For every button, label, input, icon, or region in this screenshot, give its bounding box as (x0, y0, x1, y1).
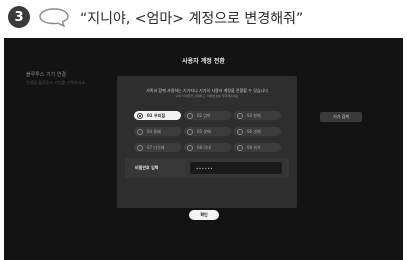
account-option-label: 09 외가 (247, 144, 261, 150)
account-option-label: 07 다섯째 (147, 144, 165, 150)
password-input[interactable]: •••••• (190, 162, 282, 174)
account-option-label: 05 셋째 (197, 128, 211, 134)
radio-circle-icon (137, 128, 143, 135)
radio-circle-icon (137, 144, 143, 151)
account-switch-panel: 가족과 함께 사용하는 기가지니 기기의 사용자 계정을 전환할 수 있습니다 … (117, 76, 297, 208)
account-option-4[interactable]: 04 둘째 (134, 127, 181, 136)
account-option-label: 04 둘째 (147, 128, 161, 134)
account-option-8[interactable]: 08 막내 (184, 143, 231, 152)
step-caption: 3 “지니야, <엄마> 계정으로 변경해줘” (0, 0, 407, 36)
radio-circle-icon (137, 112, 143, 119)
confirm-button[interactable]: 확인 (189, 210, 219, 220)
radio-circle-icon (187, 144, 193, 151)
radio-circle-icon (237, 144, 243, 151)
account-option-label: 06 넷째 (247, 128, 261, 134)
dialog-title: 사용자 계정 전환 (182, 58, 225, 65)
account-option-label: 08 막내 (197, 144, 211, 150)
account-option-1[interactable]: 01 우리집 (134, 111, 181, 120)
account-option-6[interactable]: 06 넷째 (234, 127, 281, 136)
background-search-button[interactable]: 기기 검색 (320, 112, 362, 122)
password-label: 비밀번호 입력 (135, 165, 159, 170)
background-title: 블루투스 기기 연결 (26, 72, 66, 78)
radio-circle-icon (237, 128, 243, 135)
radio-circle-icon (187, 128, 193, 135)
account-option-2[interactable]: 02 엄마 (184, 111, 231, 120)
account-option-label: 02 엄마 (197, 112, 211, 118)
background-subtitle: 연결할 블루투스 기기를 선택하세요. (26, 80, 87, 85)
radio-circle-icon (187, 112, 193, 119)
tv-screen: 블루투스 기기 연결 연결할 블루투스 기기를 선택하세요. 기기 검색 사용자… (4, 38, 403, 260)
password-row: 비밀번호 입력 •••••• (125, 158, 289, 178)
account-option-7[interactable]: 07 다섯째 (134, 143, 181, 152)
dialog-hint: 나의 닉네임을 선택하고, 비밀번호를 입력해주세요 (175, 94, 239, 98)
account-option-9[interactable]: 09 외가 (234, 143, 281, 152)
account-option-label: 01 우리집 (147, 112, 165, 118)
account-option-3[interactable]: 03 첫째 (234, 111, 281, 120)
speech-bubble-icon (39, 8, 69, 27)
account-option-5[interactable]: 05 셋째 (184, 127, 231, 136)
step-number-badge: 3 (8, 6, 30, 28)
radio-circle-icon (237, 112, 243, 119)
account-option-label: 03 첫째 (247, 112, 261, 118)
voice-command-text: “지니야, <엄마> 계정으로 변경해줘” (80, 11, 304, 27)
